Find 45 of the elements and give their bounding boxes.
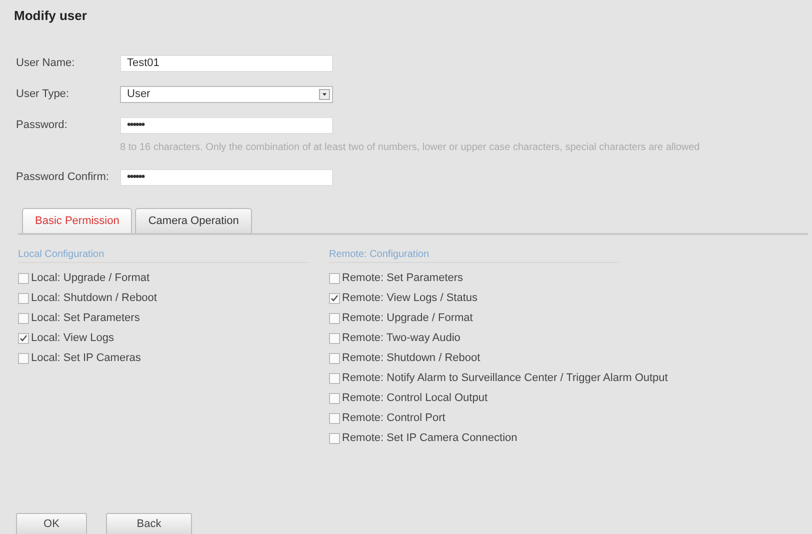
checkbox-label: Remote: Shutdown / Reboot [342,352,480,364]
checkbox[interactable] [18,352,29,364]
user-type-dropdown[interactable]: User [120,86,333,102]
checkbox-label: Local: Shutdown / Reboot [31,292,157,304]
checkbox[interactable] [329,312,340,324]
checkbox[interactable] [329,432,340,444]
tab[interactable]: Basic Permission [22,208,132,233]
tab[interactable]: Camera Operation [135,208,252,233]
checkbox[interactable] [18,312,29,324]
checkbox[interactable] [329,372,340,384]
input-field[interactable]: Test01 [120,54,333,72]
back-button[interactable]: Back [106,513,192,534]
checkbox-label: Local: Set IP Cameras [31,352,141,364]
checkbox[interactable] [329,392,340,404]
checkbox-label: Remote: Upgrade / Format [342,312,473,324]
checkbox[interactable] [329,412,340,424]
page-title: Modify user [14,8,88,23]
caret-icon [319,88,330,100]
checkbox-label: Remote: View Logs / Status [342,292,478,304]
password-field[interactable]: •••••• [120,116,333,134]
section-heading: Remote: Configuration [329,249,619,263]
checkbox[interactable] [329,332,340,344]
checkbox-label: Remote: Notify Alarm to Surveillance Center / Trigger Alarm Output [342,372,668,384]
field-label: User Name: [16,57,76,69]
field-label: Password Confirm: [16,171,110,183]
checkbox-label: Remote: Control Port [342,412,446,424]
checkbox-label: Local: Set Parameters [31,312,140,324]
field-label: Password: [16,119,68,131]
checkbox-label: Local: Upgrade / Format [31,272,150,284]
checkbox[interactable] [18,292,29,304]
password-field[interactable]: •••••• [120,168,333,186]
checkbox[interactable] [329,292,340,304]
checkbox[interactable] [18,332,29,344]
checkbox[interactable] [329,272,340,284]
section-heading: Local Configuration [18,249,308,263]
field-label: User Type: [16,88,70,100]
ok-button[interactable]: OK [16,513,87,534]
checkbox-label: Local: View Logs [31,332,114,344]
checkbox-label: Remote: Set Parameters [342,272,464,284]
hint-text: 8 to 16 characters. Only the combination of at least two of numbers, lower or upper case characters, special characters are allowed [120,142,701,153]
checkbox[interactable] [329,352,340,364]
checkbox[interactable] [18,272,29,284]
checkbox-label: Remote: Set IP Camera Connection [342,432,518,444]
checkbox-label: Remote: Control Local Output [342,392,488,404]
checkbox-label: Remote: Two-way Audio [342,332,460,344]
